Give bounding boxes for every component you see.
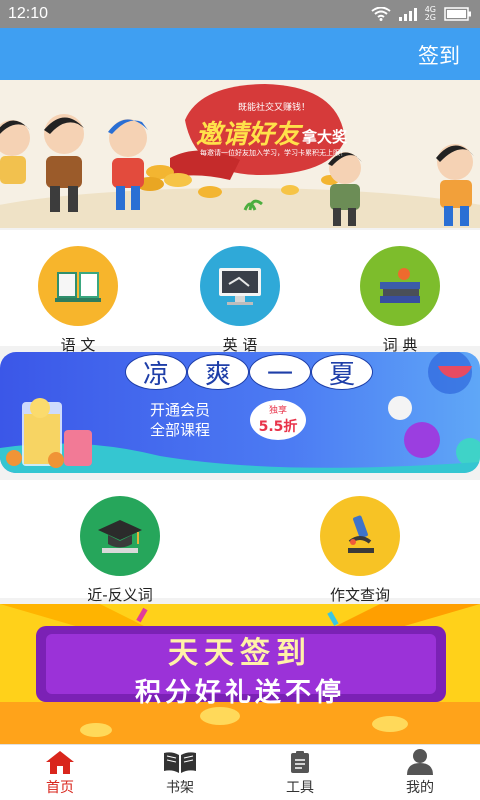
graduation-cap-icon: [80, 496, 160, 576]
book-icon: [38, 246, 118, 326]
status-time: 12:10: [8, 5, 49, 22]
invite-tag: 既能社交又赚钱！: [238, 103, 311, 113]
summer-line1: 开通会员: [150, 401, 211, 419]
summer-text: 开通会员 全部课程: [150, 400, 210, 440]
category-chinese[interactable]: 语 文: [18, 246, 138, 355]
clipboard-icon: [291, 751, 309, 773]
checkin-line1: 天天签到: [168, 636, 312, 671]
category-label: 近-反义词: [87, 586, 153, 604]
invite-title: 邀请好友: [196, 120, 301, 150]
summer-title-char: 凉: [125, 354, 187, 390]
summer-title-char: 夏: [311, 354, 373, 390]
wifi-icon: [371, 7, 391, 21]
summer-promo-banner[interactable]: 凉 爽 一 夏 开通会员 全部课程 独享 5.5折: [0, 352, 480, 473]
category-row-bottom: 近-反义词 作文查询: [0, 480, 480, 604]
category-essay[interactable]: 作文查询: [300, 496, 420, 605]
battery-icon: [444, 7, 471, 21]
kid-figure-1: [0, 120, 30, 184]
network-2g: 2G: [424, 13, 436, 22]
signin-button[interactable]: 签到: [418, 40, 460, 70]
books-icon: [360, 246, 440, 326]
microscope-icon: [320, 496, 400, 576]
signal-icon: [398, 8, 417, 21]
tab-bookshelf[interactable]: 书架: [120, 745, 240, 800]
invite-banner[interactable]: 既能社交又赚钱！ 邀请好友 拿大奖 每邀请一位好友加入学习，学习卡累积无上限！: [0, 80, 480, 228]
category-dictionary[interactable]: 词 典: [340, 246, 460, 355]
checkin-line2: 积分好礼送不停: [134, 678, 345, 708]
discount-badge: 独享 5.5折: [250, 400, 306, 440]
bookshelf-icon: [164, 752, 196, 773]
discount-badge-value: 5.5折: [258, 419, 298, 435]
category-label: 作文查询: [329, 586, 390, 604]
category-row-top: 语 文 英 语 词 典: [0, 230, 480, 354]
tab-tools[interactable]: 工具: [240, 745, 360, 800]
discount-badge-top: 独享: [268, 406, 287, 416]
checkin-banner[interactable]: 天天签到 积分好礼送不停: [0, 604, 480, 744]
tab-label: 我的: [406, 780, 434, 796]
tab-label: 工具: [286, 780, 314, 796]
status-bar: 12:10 4G 2G: [0, 0, 480, 28]
monitor-icon: [200, 246, 280, 326]
checkin-text: 天天签到 积分好礼送不停: [0, 628, 480, 709]
summer-title-char: 一: [249, 354, 311, 390]
bottom-tab-bar: 首页 书架 工具 我的: [0, 744, 480, 800]
app-bar: 签到: [0, 28, 480, 80]
tab-label: 书架: [166, 780, 194, 796]
tab-mine[interactable]: 我的: [360, 745, 480, 800]
summer-title: 凉 爽 一 夏: [125, 354, 373, 390]
invite-line: 每邀请一位好友加入学习，学习卡累积无上限！: [200, 149, 347, 157]
invite-title-group: 邀请好友 拿大奖: [196, 114, 347, 151]
network-type: 4G 2G: [425, 6, 436, 22]
tab-home[interactable]: 首页: [0, 745, 120, 800]
invite-suffix: 拿大奖: [302, 128, 348, 146]
home-icon: [46, 751, 74, 774]
category-english[interactable]: 英 语: [180, 246, 300, 355]
summer-line2: 全部课程: [150, 421, 211, 439]
tab-label: 首页: [46, 780, 74, 796]
summer-title-char: 爽: [187, 354, 249, 390]
category-synonyms[interactable]: 近-反义词: [60, 496, 180, 605]
user-icon: [407, 749, 433, 775]
